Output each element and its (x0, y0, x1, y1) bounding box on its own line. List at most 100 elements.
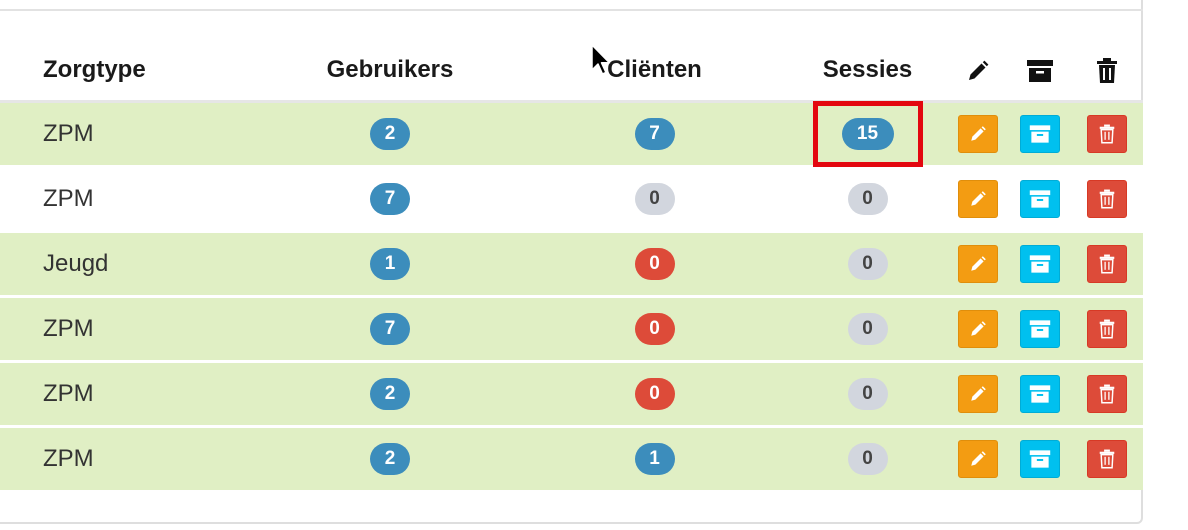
sessies-cell: 0 (790, 360, 945, 427)
gebruikers-cell: 2 (290, 100, 525, 167)
clienten-cell: 0 (525, 165, 790, 232)
column-header-zorgtype[interactable]: Zorgtype (0, 40, 290, 103)
trash-icon (1099, 189, 1114, 209)
table-row: ZPM 7 0 0 (0, 295, 1143, 362)
clienten-badge[interactable]: 7 (634, 118, 675, 150)
gebruikers-badge[interactable]: 7 (370, 313, 410, 345)
clienten-badge[interactable]: 0 (634, 183, 675, 215)
zorgtype-cell: Jeugd (0, 230, 290, 297)
archive-icon (1029, 450, 1051, 468)
archive-cell (1010, 360, 1070, 427)
column-header-delete (1070, 40, 1143, 103)
delete-cell (1070, 425, 1143, 490)
archive-cell (1010, 230, 1070, 297)
clienten-cell: 7 (525, 100, 790, 167)
delete-button[interactable] (1086, 245, 1127, 283)
archive-button[interactable] (1020, 440, 1060, 478)
archive-button[interactable] (1020, 115, 1060, 153)
gebruikers-badge[interactable]: 1 (370, 248, 410, 280)
edit-button[interactable] (957, 310, 998, 348)
clienten-badge[interactable]: 0 (634, 378, 675, 410)
column-header-archive (1010, 40, 1070, 103)
archive-icon (1027, 59, 1053, 82)
pencil-icon (970, 191, 986, 206)
edit-button[interactable] (957, 115, 998, 153)
highlight-box (812, 101, 923, 167)
gebruikers-cell: 2 (290, 360, 525, 427)
column-header-sessies[interactable]: Sessies (790, 40, 945, 103)
trash-icon (1099, 124, 1114, 144)
delete-button[interactable] (1086, 180, 1127, 218)
sessies-cell: 15 (790, 100, 945, 167)
sessies-badge[interactable]: 0 (847, 313, 888, 345)
table-row: Jeugd 1 0 0 (0, 230, 1143, 297)
delete-cell (1070, 165, 1143, 232)
gebruikers-badge[interactable]: 2 (370, 443, 410, 475)
gebruikers-badge[interactable]: 2 (370, 378, 410, 410)
delete-button[interactable] (1086, 115, 1127, 153)
gebruikers-cell: 1 (290, 230, 525, 297)
sessies-badge[interactable]: 0 (847, 443, 888, 475)
trash-icon (1099, 449, 1114, 469)
clienten-badge[interactable]: 1 (634, 443, 675, 475)
zorgtype-cell: ZPM (0, 295, 290, 362)
sessies-badge[interactable]: 0 (847, 183, 888, 215)
mouse-cursor-icon (591, 44, 611, 75)
column-header-clienten[interactable]: Cliënten (525, 40, 790, 103)
archive-icon (1029, 320, 1051, 338)
delete-cell (1070, 360, 1143, 427)
sessies-badge[interactable]: 0 (847, 248, 888, 280)
column-header-edit (945, 40, 1010, 103)
delete-cell (1070, 295, 1143, 362)
edit-cell (945, 230, 1010, 297)
edit-button[interactable] (957, 440, 998, 478)
table-row: ZPM 7 0 0 (0, 165, 1143, 232)
delete-cell (1070, 100, 1143, 167)
edit-button[interactable] (957, 245, 998, 283)
delete-button[interactable] (1086, 440, 1127, 478)
zorgtype-table: Zorgtype Gebruikers Cliënten Sessies ZPM… (0, 40, 1143, 490)
trash-icon (1099, 254, 1114, 274)
delete-button[interactable] (1086, 310, 1127, 348)
delete-cell (1070, 230, 1143, 297)
archive-icon (1029, 385, 1051, 403)
gebruikers-cell: 2 (290, 425, 525, 490)
trash-icon (1099, 384, 1114, 404)
archive-button[interactable] (1020, 375, 1060, 413)
pencil-icon (970, 256, 986, 271)
clienten-cell: 0 (525, 295, 790, 362)
zorgtype-cell: ZPM (0, 360, 290, 427)
edit-button[interactable] (957, 180, 998, 218)
archive-cell (1010, 295, 1070, 362)
gebruikers-cell: 7 (290, 295, 525, 362)
table-row: ZPM 2 1 0 (0, 425, 1143, 490)
clienten-badge[interactable]: 0 (634, 248, 675, 280)
archive-button[interactable] (1020, 245, 1060, 283)
table-row: ZPM 2 7 15 (0, 100, 1143, 167)
sessies-badge[interactable]: 0 (847, 378, 888, 410)
archive-cell (1010, 100, 1070, 167)
archive-button[interactable] (1020, 180, 1060, 218)
delete-button[interactable] (1086, 375, 1127, 413)
archive-cell (1010, 425, 1070, 490)
gebruikers-badge[interactable]: 7 (370, 183, 410, 215)
clienten-badge[interactable]: 0 (634, 313, 675, 345)
gebruikers-cell: 7 (290, 165, 525, 232)
clienten-cell: 0 (525, 230, 790, 297)
archive-icon (1029, 190, 1051, 208)
pencil-icon (970, 451, 986, 466)
zorgtype-cell: ZPM (0, 100, 290, 167)
edit-button[interactable] (957, 375, 998, 413)
zorgtype-cell: ZPM (0, 425, 290, 490)
archive-icon (1029, 255, 1051, 273)
zorgtype-cell: ZPM (0, 165, 290, 232)
edit-cell (945, 165, 1010, 232)
gebruikers-badge[interactable]: 2 (370, 118, 410, 150)
sessies-cell: 0 (790, 230, 945, 297)
archive-button[interactable] (1020, 310, 1060, 348)
trash-icon (1099, 319, 1114, 339)
table-row: ZPM 2 0 0 (0, 360, 1143, 427)
pencil-icon (970, 386, 986, 401)
column-header-gebruikers[interactable]: Gebruikers (290, 40, 525, 103)
sessies-cell: 0 (790, 165, 945, 232)
